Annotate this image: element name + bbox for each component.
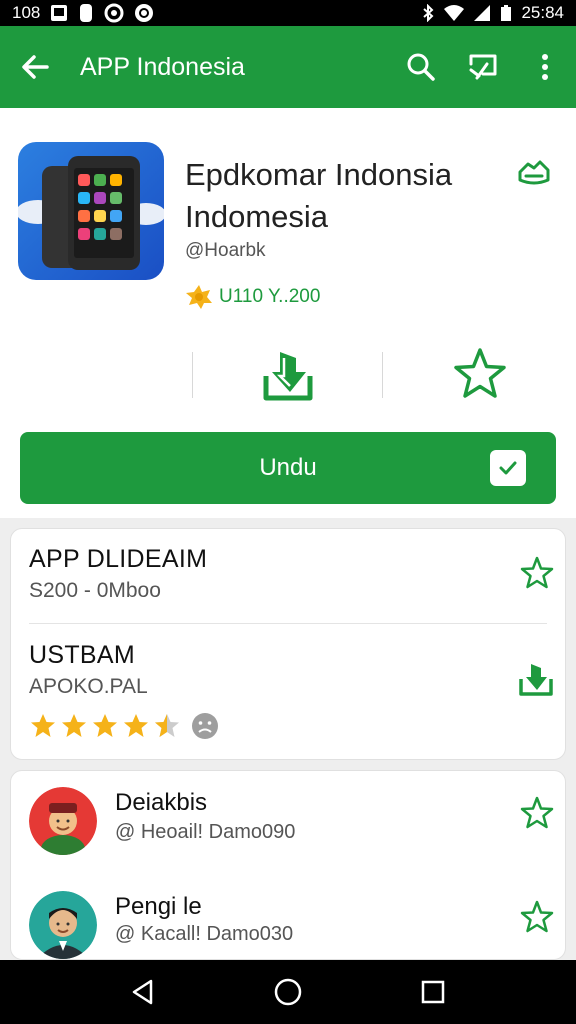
star-outline-icon[interactable] <box>519 555 555 591</box>
system-nav-bar <box>0 960 576 1024</box>
star-filled-icon <box>31 714 55 737</box>
back-button[interactable] <box>0 26 70 108</box>
quick-actions-row <box>0 346 576 406</box>
share-icon[interactable] <box>514 154 554 194</box>
row-subtitle: S200 - 0Mboo <box>29 579 161 602</box>
clipboard-notification-icon <box>80 4 93 22</box>
bluetooth-icon <box>423 4 434 22</box>
person-name: Deiakbis <box>115 789 208 816</box>
phone-app-icon <box>18 156 164 270</box>
row-divider <box>29 623 547 624</box>
install-check-icon <box>490 450 526 486</box>
star-filled-icon <box>124 714 148 737</box>
person-name: Pengi le <box>115 893 202 920</box>
image-notification-icon <box>51 5 68 21</box>
search-button[interactable] <box>390 26 452 108</box>
star-outline-icon[interactable] <box>519 899 555 935</box>
rating-row: U110 Y..200 <box>185 284 320 310</box>
app-name: Epdkomar Indonsia Indomesia <box>185 157 453 234</box>
cast-icon <box>469 54 497 80</box>
people-card: Deiakbis @ Heoail! Damo090 Pengi le @ Ka… <box>10 770 566 960</box>
square-recents-icon <box>422 980 445 1004</box>
arrow-left-icon <box>22 55 49 79</box>
status-bar: 108 25:84 <box>0 0 576 26</box>
person-handle: @ Kacall! Damo030 <box>115 923 294 945</box>
nav-recents-button[interactable] <box>408 967 458 1017</box>
status-time-left: 108 <box>12 3 41 22</box>
circle-home-icon <box>274 978 302 1006</box>
signal-icon <box>474 5 491 21</box>
cast-button[interactable] <box>452 26 514 108</box>
developer-name[interactable]: @Hoarbk <box>185 240 266 262</box>
nav-home-button[interactable] <box>263 967 313 1017</box>
install-icon[interactable] <box>258 346 318 406</box>
more-vert-icon <box>542 54 548 80</box>
divider <box>382 352 383 398</box>
search-icon <box>407 53 435 81</box>
avatar <box>29 891 97 959</box>
wishlist-star-icon[interactable] <box>452 346 508 402</box>
sad-face-icon <box>192 713 218 739</box>
install-button[interactable]: Undu <box>20 432 556 504</box>
triangle-back-icon <box>132 979 152 1005</box>
star-outline-icon[interactable] <box>519 795 555 831</box>
nav-back-button[interactable] <box>118 967 168 1017</box>
install-button-label: Undu <box>259 454 317 481</box>
app-icon <box>18 142 164 280</box>
install-icon[interactable] <box>517 661 555 699</box>
divider <box>192 352 193 398</box>
row-subtitle: APOKO.PAL <box>29 675 148 698</box>
badge-icon <box>186 285 212 309</box>
sync-notification-icon <box>135 4 154 22</box>
row-title: APP DLIDEAIM <box>29 545 208 573</box>
wifi-icon <box>444 5 465 21</box>
star-half-icon <box>155 714 179 737</box>
star-filled-icon <box>93 714 117 737</box>
app-header-card: Epdkomar Indonsia Indomesia @Hoarbk U110… <box>0 108 576 518</box>
row-title: USTBAM <box>29 641 135 669</box>
record-notification-icon <box>104 3 124 23</box>
person-handle: @ Heoail! Damo090 <box>115 821 296 843</box>
status-time-right: 25:84 <box>521 3 564 22</box>
rating-stars <box>29 711 220 741</box>
battery-icon <box>501 5 512 21</box>
app-bar: APP Indonesia <box>0 26 576 108</box>
star-filled-icon <box>62 714 86 737</box>
app-bar-title: APP Indonesia <box>80 52 245 81</box>
info-card: APP DLIDEAIM S200 - 0Mboo USTBAM APOKO.P… <box>10 528 566 760</box>
rating-text: U110 Y..200 <box>219 286 321 307</box>
avatar <box>29 787 97 855</box>
more-options-button[interactable] <box>514 26 576 108</box>
